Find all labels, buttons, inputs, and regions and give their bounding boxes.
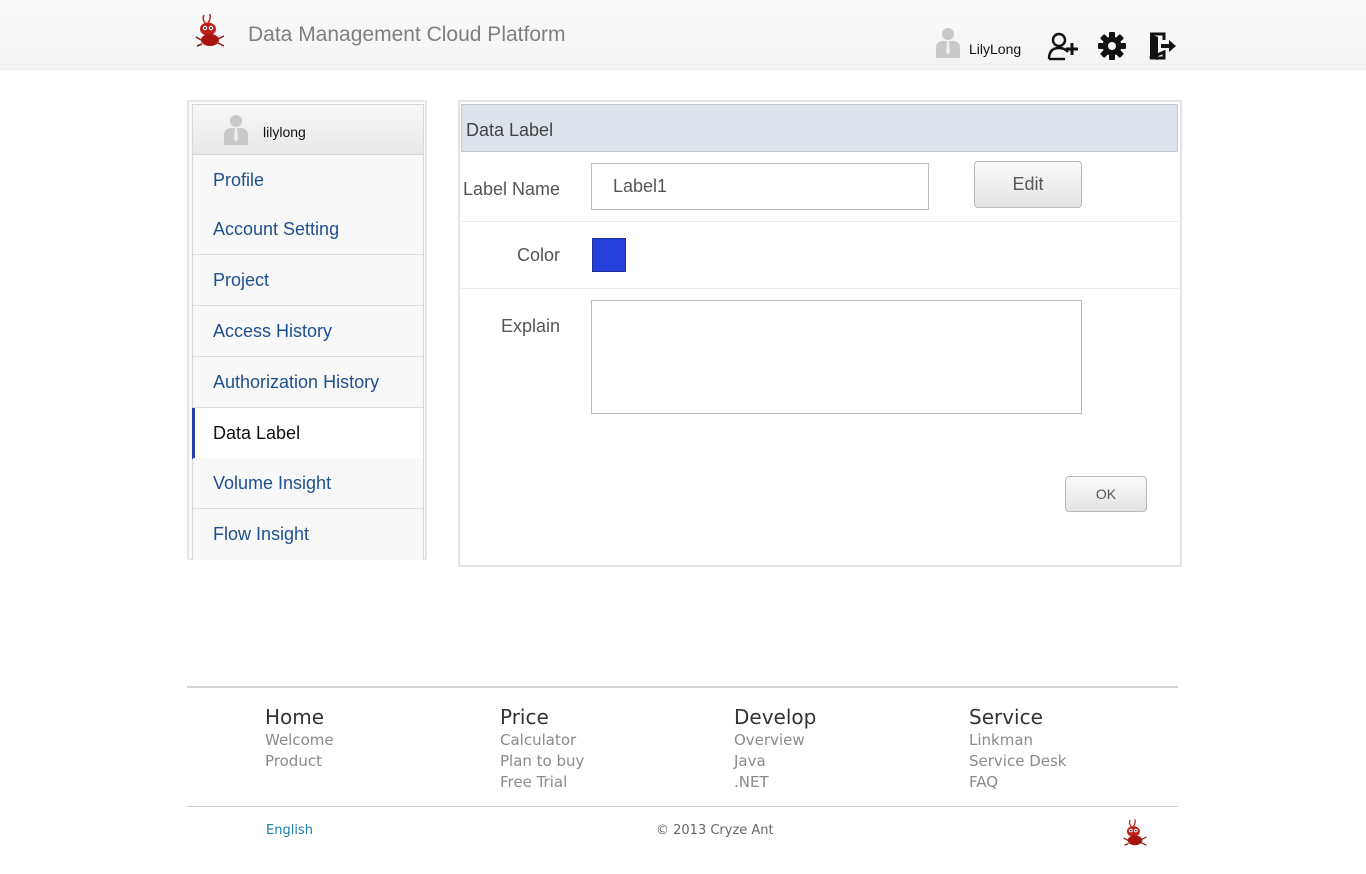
sidebar-item-volume-insight[interactable]: Volume Insight [193,458,423,509]
sidebar-item-account-setting[interactable]: Account Setting [193,204,423,255]
sidebar-item-label: Flow Insight [213,524,310,544]
gear-icon[interactable] [1097,31,1129,61]
footer-link-overview[interactable]: Overview [734,730,816,751]
sidebar-item-label: Data Label [213,423,301,443]
footer-link-calculator[interactable]: Calculator [500,730,584,751]
sidebar-item-project[interactable]: Project [193,255,423,306]
language-link[interactable]: English [266,823,313,838]
row-divider [461,221,1179,222]
footer-link-dotnet[interactable]: .NET [734,772,816,793]
sidebar-user-name: lilylong [263,124,306,140]
label-name-input[interactable] [591,163,929,210]
explain-label: Explain [500,316,560,336]
footer-heading[interactable]: Develop [734,704,816,730]
sidebar-item-data-label[interactable]: Data Label [192,408,423,459]
sidebar-item-label: Access History [213,321,333,341]
sidebar-item-flow-insight[interactable]: Flow Insight [193,509,423,560]
sidebar-item-profile[interactable]: Profile [193,155,423,206]
logout-icon[interactable] [1147,31,1179,61]
sidebar-item-access-history[interactable]: Access History [193,306,423,357]
footer-divider-top [187,686,1178,688]
sidebar: lilylong Profile Account Setting Project… [187,100,427,560]
panel-title: Data Label [466,120,554,140]
footer-heading[interactable]: Service [969,704,1067,730]
app-title: Data Management Cloud Platform [248,23,566,46]
color-swatch[interactable] [592,238,626,272]
explain-textarea[interactable] [591,300,1082,414]
user-avatar-icon [936,28,960,58]
sidebar-item-label: Profile [213,170,265,190]
edit-button[interactable]: Edit [974,161,1082,208]
sidebar-user-header: lilylong [193,105,423,155]
sidebar-item-label: Project [213,270,270,290]
ok-button[interactable]: OK [1065,476,1147,512]
footer-link-welcome[interactable]: Welcome [265,730,334,751]
footer-heading[interactable]: Price [500,704,584,730]
footer-link-plan-to-buy[interactable]: Plan to buy [500,751,584,772]
footer-divider-bottom [187,806,1178,807]
sidebar-item-authorization-history[interactable]: Authorization History [193,357,423,408]
sidebar-item-label: Volume Insight [213,473,332,493]
sidebar-item-label: Authorization History [213,372,380,392]
footer-heading[interactable]: Home [265,704,334,730]
footer-column-service: Service Linkman Service Desk FAQ [969,704,1067,793]
footer-link-product[interactable]: Product [265,751,334,772]
footer-link-linkman[interactable]: Linkman [969,730,1067,751]
top-bar: Data Management Cloud Platform LilyLong [0,0,1366,70]
color-label: Color [516,245,560,265]
footer-link-service-desk[interactable]: Service Desk [969,751,1067,772]
footer-column-home: Home Welcome Product [265,704,334,772]
sidebar-menu: lilylong Profile Account Setting Project… [192,104,424,560]
footer-link-java[interactable]: Java [734,751,816,772]
copyright-text: © 2013 Cryze Ant [656,823,774,838]
header-user-name[interactable]: LilyLong [969,41,1021,57]
user-avatar-icon [224,115,248,145]
sidebar-item-label: Account Setting [213,219,340,239]
data-label-panel: Data Label Label Name Edit Color Explain… [458,100,1182,567]
label-name-label: Label Name [462,179,560,199]
row-divider [461,288,1179,289]
footer-link-free-trial[interactable]: Free Trial [500,772,584,793]
footer-link-faq[interactable]: FAQ [969,772,1067,793]
ant-logo-icon [1123,819,1147,846]
footer-column-develop: Develop Overview Java .NET [734,704,816,793]
footer-column-price: Price Calculator Plan to buy Free Trial [500,704,584,793]
add-user-icon[interactable] [1047,31,1079,61]
panel-header: Data Label [461,104,1178,152]
ant-logo-icon[interactable] [194,13,226,49]
